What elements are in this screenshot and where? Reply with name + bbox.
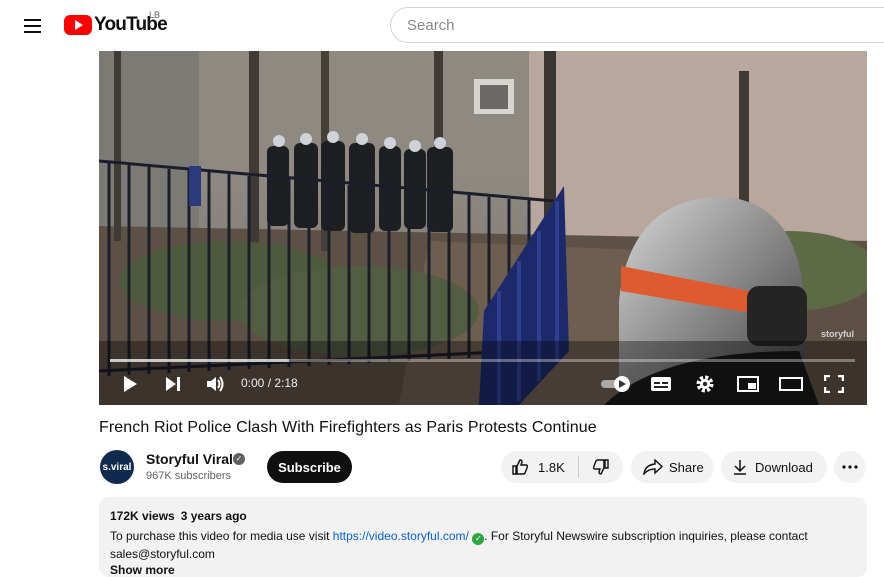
country-code: LB bbox=[149, 10, 161, 20]
search-input[interactable] bbox=[405, 16, 849, 35]
video-frame bbox=[99, 51, 867, 405]
search-box[interactable] bbox=[390, 7, 884, 43]
youtube-play-icon bbox=[64, 15, 92, 35]
subtitles-button[interactable] bbox=[649, 373, 673, 395]
volume-button[interactable] bbox=[203, 373, 227, 395]
share-label: Share bbox=[669, 459, 704, 475]
upload-age: 3 years ago bbox=[180, 509, 247, 523]
fullscreen-button[interactable] bbox=[823, 373, 845, 395]
subscriber-count: 967K subscribers bbox=[146, 470, 231, 482]
play-button[interactable] bbox=[119, 373, 141, 395]
volume-icon bbox=[207, 376, 224, 392]
play-icon bbox=[124, 376, 137, 392]
download-label: Download bbox=[755, 459, 813, 475]
share-button[interactable]: Share bbox=[631, 451, 714, 483]
more-horizontal-icon bbox=[842, 465, 858, 469]
like-count: 1.8K bbox=[538, 459, 565, 475]
subscribe-button[interactable]: Subscribe bbox=[267, 451, 352, 483]
autoplay-icon bbox=[601, 376, 630, 392]
share-icon bbox=[643, 459, 663, 475]
thumbs-up-icon bbox=[512, 459, 529, 475]
autoplay-toggle[interactable] bbox=[599, 373, 633, 395]
menu-icon[interactable] bbox=[18, 12, 46, 40]
next-icon bbox=[166, 377, 180, 391]
download-icon bbox=[734, 460, 746, 475]
like-button[interactable]: 1.8K bbox=[501, 451, 578, 483]
next-button[interactable] bbox=[162, 373, 184, 395]
thumbs-down-icon bbox=[592, 459, 609, 475]
captions-icon bbox=[651, 377, 671, 391]
channel-name[interactable]: Storyful Viral bbox=[146, 451, 233, 467]
show-more-button[interactable]: Show more bbox=[110, 563, 175, 577]
verified-link-icon: ✓ bbox=[472, 533, 485, 545]
video-meta: 172K views 3 years ago bbox=[110, 509, 253, 523]
theater-mode-button[interactable] bbox=[779, 373, 803, 395]
masthead: YouTube LB bbox=[0, 0, 884, 51]
download-button[interactable]: Download bbox=[721, 451, 827, 483]
progress-bar[interactable] bbox=[110, 359, 855, 362]
gear-icon bbox=[696, 375, 714, 393]
description-text-before-link: To purchase this video for media use vis… bbox=[110, 529, 333, 543]
time-display: 0:00 / 2:18 bbox=[241, 376, 298, 390]
description-text: To purchase this video for media use vis… bbox=[110, 527, 860, 563]
like-dislike-group: 1.8K bbox=[501, 451, 623, 483]
miniplayer-icon bbox=[737, 376, 759, 392]
verified-badge-icon: ✓ bbox=[233, 453, 245, 465]
buffer-bar bbox=[110, 359, 289, 362]
more-actions-button[interactable] bbox=[834, 451, 866, 483]
video-player[interactable]: storyful 0:00 / 2:18 bbox=[99, 51, 867, 405]
storyful-watermark: storyful bbox=[821, 329, 855, 339]
channel-avatar[interactable]: s.viral bbox=[100, 450, 134, 484]
miniplayer-button[interactable] bbox=[736, 373, 760, 395]
theater-icon bbox=[779, 377, 803, 391]
view-count: 172K views bbox=[110, 509, 175, 523]
fullscreen-icon bbox=[824, 375, 844, 393]
settings-button[interactable] bbox=[693, 373, 717, 395]
description-box[interactable]: 172K views 3 years ago To purchase this v… bbox=[99, 497, 867, 577]
dislike-button[interactable] bbox=[579, 451, 623, 483]
video-title: French Riot Police Clash With Firefighte… bbox=[99, 419, 597, 436]
description-link[interactable]: https://video.storyful.com/ bbox=[333, 529, 469, 543]
